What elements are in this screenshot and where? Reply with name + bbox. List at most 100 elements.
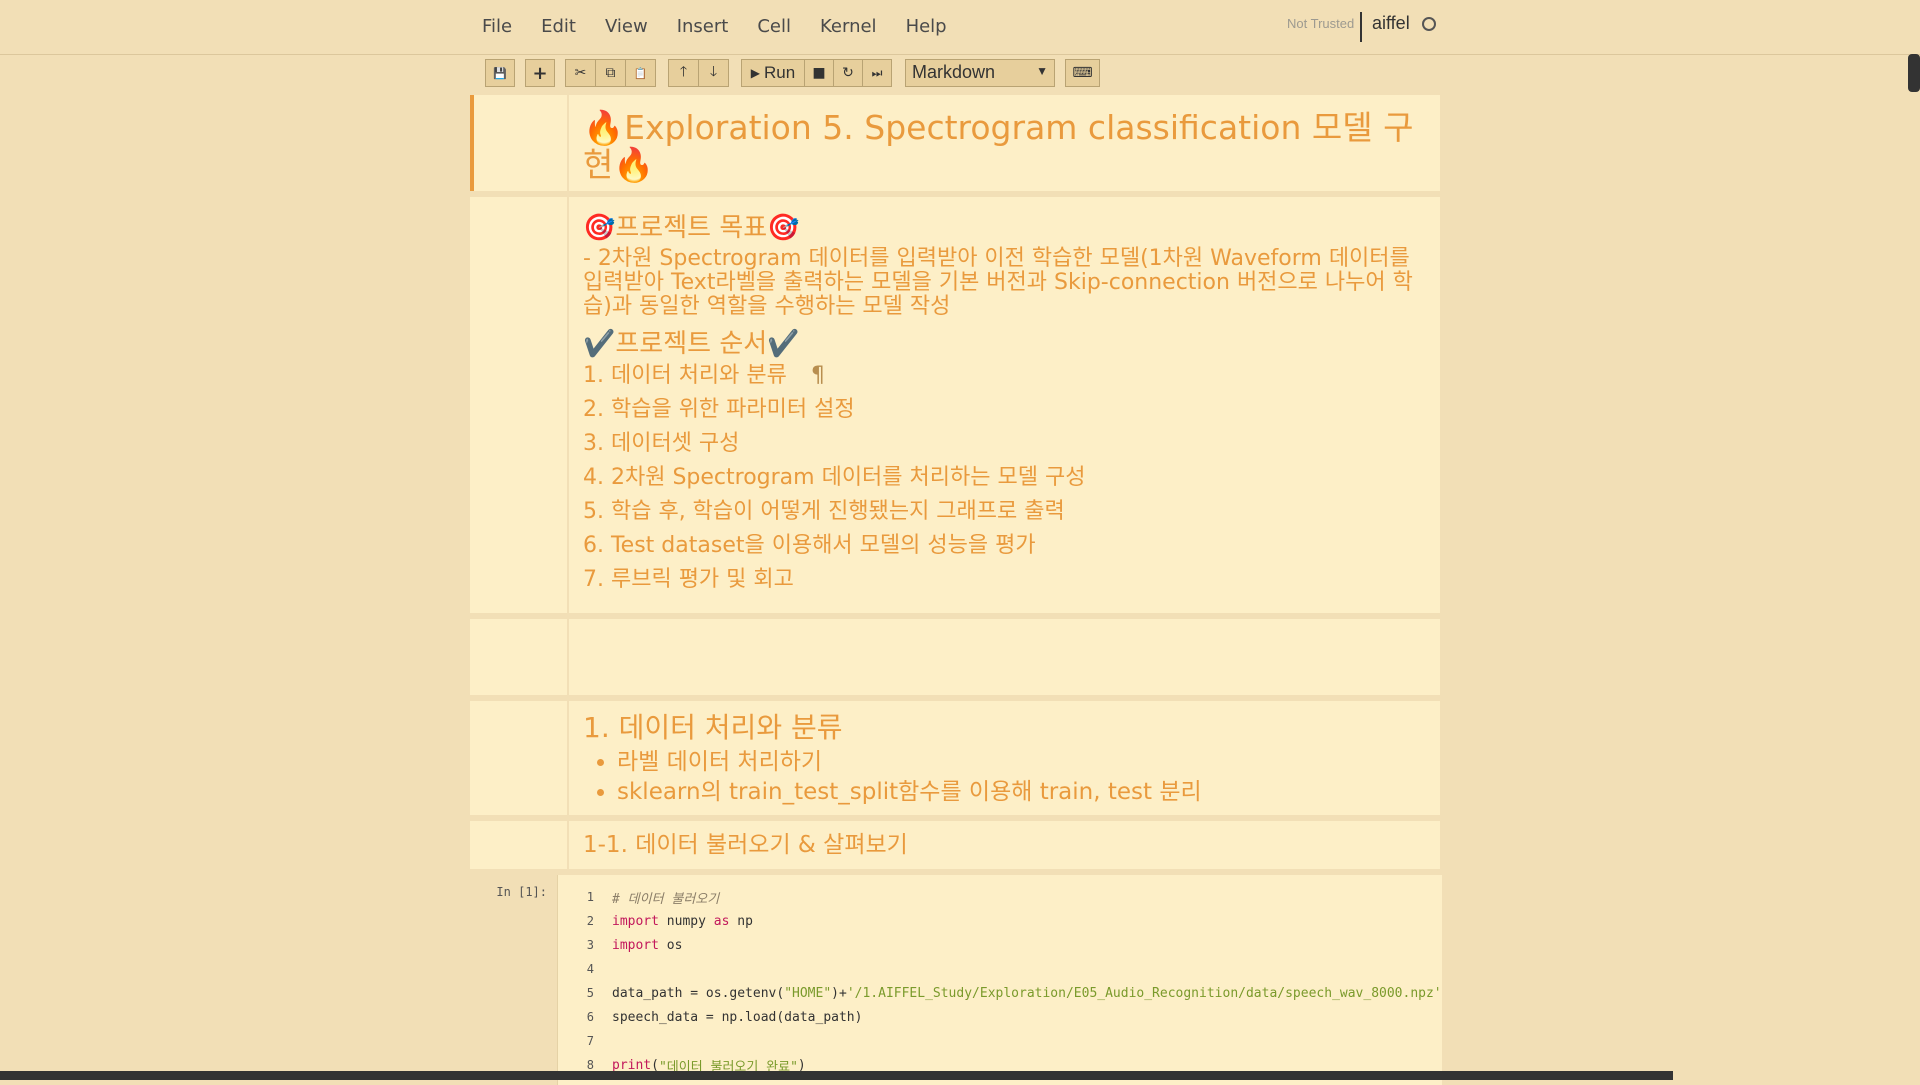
notebook-header: File Edit View Insert Cell Kernel Help N…: [0, 0, 1920, 55]
command-palette-button[interactable]: ⌨: [1065, 59, 1100, 87]
insert-cell-button[interactable]: +: [525, 59, 555, 87]
cell-prompt: [470, 821, 569, 869]
code-line: 4: [558, 957, 1442, 981]
markdown-cell-title[interactable]: 🔥Exploration 5. Spectrogram classificati…: [470, 95, 1440, 191]
scissors-icon: ✂: [574, 65, 587, 81]
code-token: numpy: [658, 913, 714, 929]
code-line: 5 data_path = os.getenv("HOME")+ '/1.AIFFE…: [558, 981, 1442, 1005]
code-token: np: [729, 913, 753, 929]
cell-prompt: [474, 95, 569, 191]
plus-icon: +: [532, 62, 548, 84]
run-button[interactable]: ▶ Run: [741, 59, 805, 87]
step-item: 4. 2차원 Spectrogram 데이터를 처리하는 모델 구성: [583, 465, 1086, 490]
markdown-cell-section1[interactable]: 1. 데이터 처리와 분류 라벨 데이터 처리하기 sklearn의 train…: [470, 701, 1440, 815]
step-item: 6. Test dataset을 이용해서 모델의 성능을 평가: [583, 533, 1036, 558]
code-cell-1[interactable]: In [1]: 1 # 데이터 불러오기 2 import numpy as np 3 i…: [470, 875, 1442, 1085]
paste-icon: 📋: [633, 66, 648, 80]
notebook-title: 🔥Exploration 5. Spectrogram classificati…: [583, 108, 1414, 184]
cell-prompt: [470, 701, 569, 815]
line-number: 1: [586, 890, 594, 904]
kernel-name[interactable]: aiffel: [1372, 13, 1410, 34]
code-line: 3 import os: [558, 933, 1442, 957]
step-item: 3. 데이터셋 구성: [583, 431, 740, 456]
play-icon: ▶: [750, 66, 761, 80]
line-number: 6: [586, 1010, 594, 1024]
code-line: 6 speech_data = np.load(data_path): [558, 1005, 1442, 1029]
list-item: 라벨 데이터 처리하기: [617, 747, 1426, 777]
code-token: # 데이터 불러오기: [612, 891, 720, 907]
keyboard-icon: ⌨: [1072, 65, 1093, 81]
menu-edit[interactable]: Edit: [529, 6, 588, 47]
cell-prompt: [470, 197, 569, 613]
move-down-button[interactable]: 🡓: [698, 59, 729, 87]
fast-forward-icon: ⏭: [871, 65, 883, 80]
vertical-scrollbar[interactable]: [1906, 54, 1920, 1084]
code-token: )+: [831, 985, 847, 1001]
copy-button[interactable]: ⧉: [595, 59, 626, 87]
markdown-cell-subsection[interactable]: 1-1. 데이터 불러오기 & 살펴보기: [470, 821, 1440, 869]
kernel-idle-icon: [1422, 17, 1436, 31]
code-line: 7: [558, 1029, 1442, 1053]
line-number: 7: [586, 1034, 594, 1048]
cell-type-select[interactable]: Markdown ▼: [905, 59, 1055, 87]
restart-icon: ↻: [842, 65, 854, 81]
paste-button[interactable]: 📋: [625, 59, 656, 87]
code-token: import: [612, 913, 659, 929]
code-editor[interactable]: 1 # 데이터 불러오기 2 import numpy as np 3 import os…: [557, 875, 1442, 1085]
code-token: "HOME": [784, 985, 832, 1001]
line-number: 4: [586, 962, 594, 976]
trust-indicator[interactable]: Not Trusted: [1287, 16, 1354, 31]
step-item: 2. 학습을 위한 파라미터 설정: [583, 397, 855, 422]
step-item: 5. 학습 후, 학습이 어떻게 진행됐는지 그래프로 출력: [583, 499, 1065, 524]
horizontal-scrollbar[interactable]: [0, 1071, 1673, 1080]
code-line: 1 # 데이터 불러오기: [558, 885, 1442, 909]
section1-heading: 1. 데이터 처리와 분류: [583, 711, 843, 744]
code-token: os: [658, 937, 683, 953]
arrow-down-icon: 🡓: [709, 64, 718, 80]
subsection-heading: 1-1. 데이터 불러오기 & 살펴보기: [583, 832, 908, 858]
code-token: '/1.AIFFEL_Study/Exploration/E05_Audio_R…: [846, 985, 1442, 1001]
menu-cell[interactable]: Cell: [745, 6, 803, 47]
move-up-button[interactable]: 🡑: [668, 59, 699, 87]
menu-insert[interactable]: Insert: [665, 6, 741, 47]
step-item: 1. 데이터 처리와 분류 ¶: [583, 363, 825, 388]
line-number: 8: [586, 1058, 594, 1072]
stop-icon: ■: [812, 65, 826, 81]
notebook-container: 🔥Exploration 5. Spectrogram classificati…: [470, 95, 1442, 1085]
restart-run-all-button[interactable]: ⏭: [862, 59, 892, 87]
save-icon: 💾: [493, 66, 507, 80]
menu-file[interactable]: File: [470, 6, 524, 47]
anchor-link[interactable]: ¶: [811, 363, 825, 388]
menubar: File Edit View Insert Cell Kernel Help: [470, 6, 964, 47]
code-token: import: [612, 937, 659, 953]
code-token: data_path = os.getenv(: [612, 985, 785, 1001]
run-label: Run: [764, 63, 796, 82]
line-number: 2: [586, 914, 594, 928]
markdown-cell-empty[interactable]: [470, 619, 1440, 695]
menu-view[interactable]: View: [593, 6, 660, 47]
menu-kernel[interactable]: Kernel: [808, 6, 889, 47]
input-prompt: In [1]:: [496, 885, 547, 899]
save-button[interactable]: 💾: [485, 59, 515, 87]
cut-button[interactable]: ✂: [565, 59, 596, 87]
interrupt-button[interactable]: ■: [804, 59, 834, 87]
code-line: 2 import numpy as np: [558, 909, 1442, 933]
restart-button[interactable]: ↻: [833, 59, 863, 87]
goal-heading: 🎯프로젝트 목표🎯: [583, 213, 800, 243]
cell-prompt: [470, 619, 569, 695]
markdown-cell-overview[interactable]: 🎯프로젝트 목표🎯 - 2차원 Spectrogram 데이터를 입력받아 이전…: [470, 197, 1440, 613]
copy-icon: ⧉: [605, 65, 616, 81]
step-item: 7. 루브릭 평가 및 회고: [583, 567, 794, 592]
scrollbar-thumb[interactable]: [1908, 54, 1920, 92]
arrow-up-icon: 🡑: [679, 64, 688, 80]
chevron-down-icon: ▼: [1036, 64, 1048, 78]
goal-text: - 2차원 Spectrogram 데이터를 입력받아 이전 학습한 모델(1차…: [583, 246, 1413, 319]
code-token: as: [713, 913, 730, 929]
list-item: sklearn의 train_test_split함수를 이용해 train, …: [617, 777, 1426, 807]
line-number: 3: [586, 938, 594, 952]
menu-help[interactable]: Help: [894, 6, 959, 47]
line-number: 5: [586, 986, 594, 1000]
order-heading: ✔️프로젝트 순서✔️: [583, 329, 800, 359]
cell-type-value: Markdown: [912, 62, 996, 82]
kernel-divider: [1360, 12, 1362, 42]
